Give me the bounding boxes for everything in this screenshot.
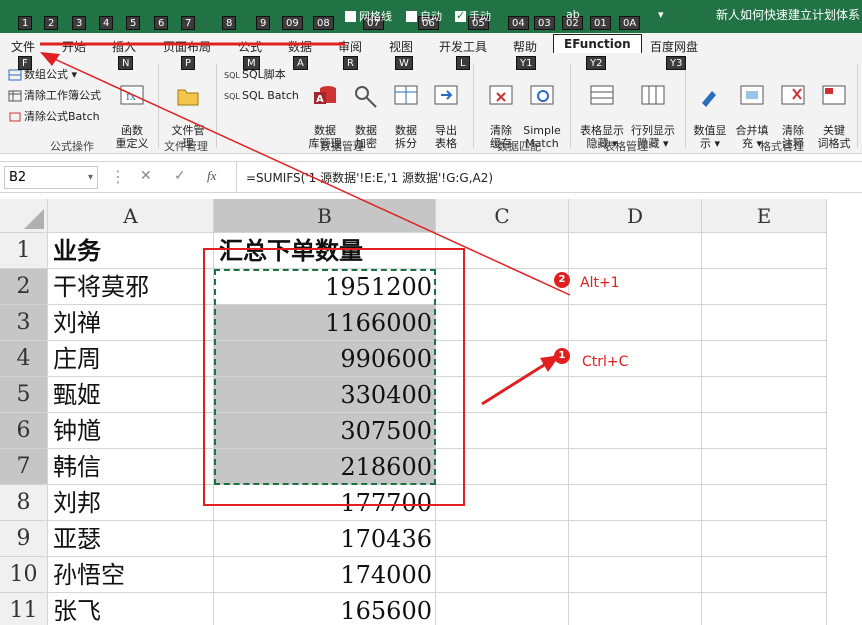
selection-highlight-box bbox=[203, 248, 465, 506]
step-note-ctrlc: Ctrl+C bbox=[582, 354, 629, 370]
step-badge-2: 2 bbox=[554, 272, 570, 288]
step-badge-1: 1 bbox=[554, 348, 570, 364]
step-note-alt1: Alt+1 bbox=[580, 275, 620, 291]
arrow-annotation bbox=[481, 358, 553, 406]
arrowhead-icon bbox=[40, 52, 60, 66]
excel-window: 1234567890908070605040302010A 网格线 自动 手动 … bbox=[0, 0, 862, 625]
